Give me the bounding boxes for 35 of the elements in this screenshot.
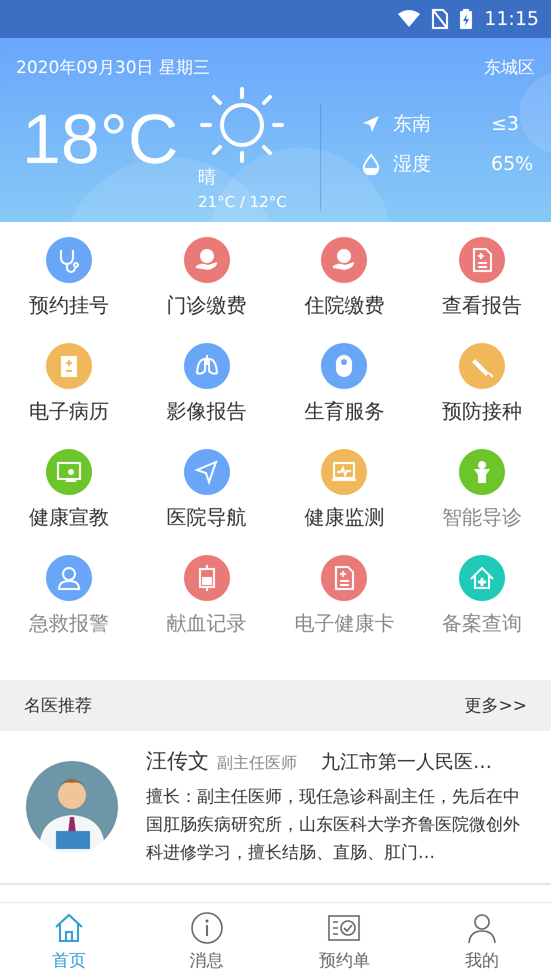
service-item[interactable]: 生育服务	[302, 338, 386, 430]
humidity-value: 65%	[491, 153, 534, 175]
district-text: 东城区	[484, 57, 535, 79]
humidity-label: 湿度	[393, 152, 432, 177]
doctor-title: 副主任医师	[217, 753, 297, 774]
service-item[interactable]: 查看报告	[440, 232, 524, 324]
service-item[interactable]: 电子病历	[26, 338, 111, 430]
section-title: 名医推荐	[24, 695, 92, 717]
wind-level: ≤3	[491, 113, 520, 135]
service-item[interactable]: 门诊缴费	[164, 232, 249, 324]
date-text: 2020年09月30日 星期三	[16, 57, 210, 79]
wind-direction: 东南	[393, 112, 432, 137]
sim-icon	[432, 9, 448, 29]
info-icon	[190, 910, 224, 944]
temperature-range: 21°C / 12°C	[198, 193, 288, 211]
wifi-icon	[398, 10, 420, 28]
doctor-name: 汪传文	[146, 748, 209, 775]
service-item[interactable]: 影像报告	[164, 338, 249, 430]
service-item[interactable]: 健康宣教	[26, 444, 111, 536]
temperature-text: 18°C	[22, 99, 180, 179]
clock-time: 11:15	[484, 8, 539, 30]
service-item[interactable]: 医院导航	[164, 444, 249, 536]
hospital-name: 九江市第一人民医…	[321, 750, 492, 775]
condition-text: 晴	[198, 166, 217, 189]
service-item[interactable]: 预防接种	[440, 338, 524, 430]
sun-icon	[198, 85, 286, 165]
more-link[interactable]: 更多>>	[464, 694, 527, 717]
water-drop-icon	[361, 153, 381, 175]
service-item[interactable]: 健康监测	[302, 444, 386, 536]
doctor-bio: 擅长：副主任医师，现任急诊科副主任，先后在中国肛肠疾病研究所，山东医科大学齐鲁医院微创外科进修学习，擅长结肠、直肠、肛门…	[146, 786, 521, 865]
battery-icon	[460, 9, 472, 29]
navigation-arrow-icon	[361, 114, 381, 134]
doctor-card[interactable]: 汪传文 副主任医师 九江市第一人民医… 擅长：副主任医师，现任急诊科副主任，先后在中国肛肠疾病研究所，山东医科大学齐鲁医院微创外科进修学习，擅长结肠、直肠、肛门…	[0, 731, 551, 885]
service-item[interactable]: 预约挂号	[26, 232, 111, 324]
service-item[interactable]: 住院缴费	[302, 232, 386, 324]
